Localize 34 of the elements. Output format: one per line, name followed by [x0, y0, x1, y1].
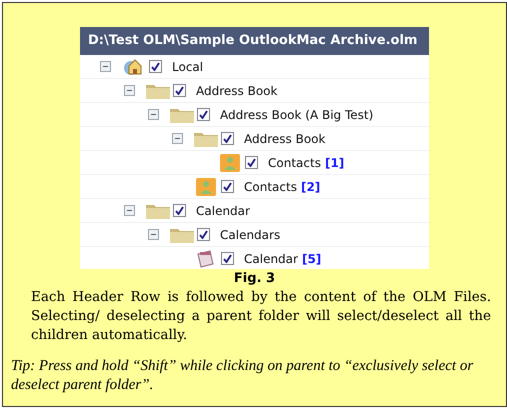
checkbox[interactable]: [197, 108, 210, 121]
checkbox[interactable]: [245, 156, 258, 169]
tree-item-label[interactable]: Calendar: [244, 252, 298, 266]
item-count: [2]: [300, 180, 320, 194]
collapse-button[interactable]: [124, 205, 135, 216]
tree-item-label[interactable]: Calendars: [220, 228, 280, 242]
figure-caption: Fig. 3: [234, 271, 276, 286]
checkbox[interactable]: [149, 60, 162, 73]
tip-text: Tip: Press and hold “Shift” while clicking on parent to “exclusively select or deselect parent folder”.: [11, 357, 474, 395]
checkbox[interactable]: [197, 228, 210, 241]
item-count: [5]: [302, 252, 322, 266]
contact-icon: [220, 154, 240, 172]
tree-item-label[interactable]: Local: [172, 60, 204, 74]
collapse-button[interactable]: [148, 109, 159, 120]
checkbox[interactable]: [173, 204, 186, 217]
checkbox[interactable]: [173, 84, 186, 97]
collapse-button[interactable]: [148, 229, 159, 240]
tree-item-label[interactable]: Contacts: [268, 156, 321, 170]
calendar-icon: [196, 250, 216, 268]
tree-item-label[interactable]: Address Book: [244, 132, 326, 146]
checkbox[interactable]: [221, 180, 234, 193]
tree-item-label[interactable]: Address Book (A Big Test): [220, 108, 374, 122]
item-count: [1]: [324, 156, 344, 170]
header-row: D:\Test OLM\Sample OutlookMac Archive.olm: [80, 27, 429, 55]
contact-icon: [196, 178, 216, 196]
collapse-button[interactable]: [172, 133, 183, 144]
checkbox[interactable]: [221, 252, 234, 265]
tree-item-label[interactable]: Contacts: [244, 180, 297, 194]
tree-item-label[interactable]: Calendar: [196, 204, 250, 218]
collapse-button[interactable]: [100, 61, 111, 72]
checkbox[interactable]: [221, 132, 234, 145]
description-text: Each Header Row is followed by the content of the OLM Files. Selecting/ deselecting a parent folder will select/deselect all the children automatically.: [31, 288, 491, 345]
tree-item-label[interactable]: Address Book: [196, 84, 278, 98]
collapse-button[interactable]: [124, 85, 135, 96]
